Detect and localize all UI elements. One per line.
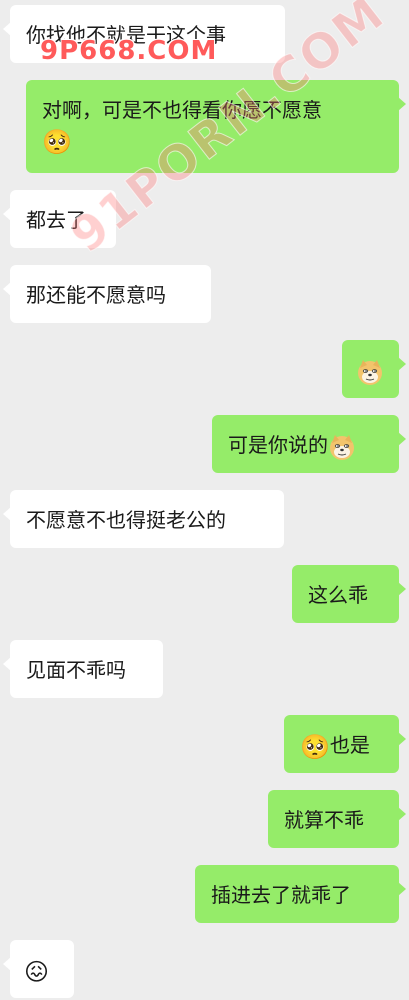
message-bubble-outgoing[interactable]: 对啊，可是不也得看你愿不愿意 🥺 (26, 80, 406, 173)
message-bubble-incoming[interactable]: 不愿意不也得挺老公的 (3, 490, 284, 548)
message-bubble-incoming[interactable]: 见面不乖吗 (3, 640, 163, 698)
message-bubble-outgoing[interactable]: 就算不乖 (268, 790, 406, 848)
doge-icon (328, 433, 356, 461)
message-text: 不愿意不也得挺老公的 (26, 508, 226, 532)
message-bubble-outgoing[interactable]: 这么乖 (292, 565, 406, 623)
message-text: 见面不乖吗 (26, 658, 126, 682)
message-text: 都去了 (26, 208, 86, 232)
message-text: 插进去了就乖了 (211, 883, 351, 907)
message-text: 也是 (329, 733, 370, 757)
message-bubble-outgoing[interactable]: 🥺也是 (284, 715, 406, 773)
message-bubble-outgoing[interactable] (342, 340, 406, 398)
message-text: 这么乖 (308, 583, 368, 607)
confounded-face-emoji-icon: 😖 (24, 957, 50, 986)
message-text: 你找他不就是干这个事 (26, 23, 226, 47)
message-text: 对啊，可是不也得看你愿不愿意 (42, 98, 322, 122)
message-text: 那还能不愿意吗 (26, 283, 166, 307)
message-bubble-incoming[interactable]: 那还能不愿意吗 (3, 265, 211, 323)
message-text: 可是你说的 (228, 433, 328, 457)
pleading-face-emoji-icon: 🥺 (42, 127, 72, 156)
message-bubble-outgoing[interactable]: 可是你说的 (212, 415, 406, 473)
message-bubble-incoming[interactable]: 😖 (3, 940, 74, 998)
message-text: 就算不乖 (284, 808, 364, 832)
doge-icon (356, 358, 384, 386)
message-bubble-incoming[interactable]: 你找他不就是干这个事 (3, 5, 285, 63)
message-bubble-outgoing[interactable]: 插进去了就乖了 (195, 865, 406, 923)
pleading-face-emoji-icon: 🥺 (300, 732, 330, 761)
message-bubble-incoming[interactable]: 都去了 (3, 190, 116, 248)
